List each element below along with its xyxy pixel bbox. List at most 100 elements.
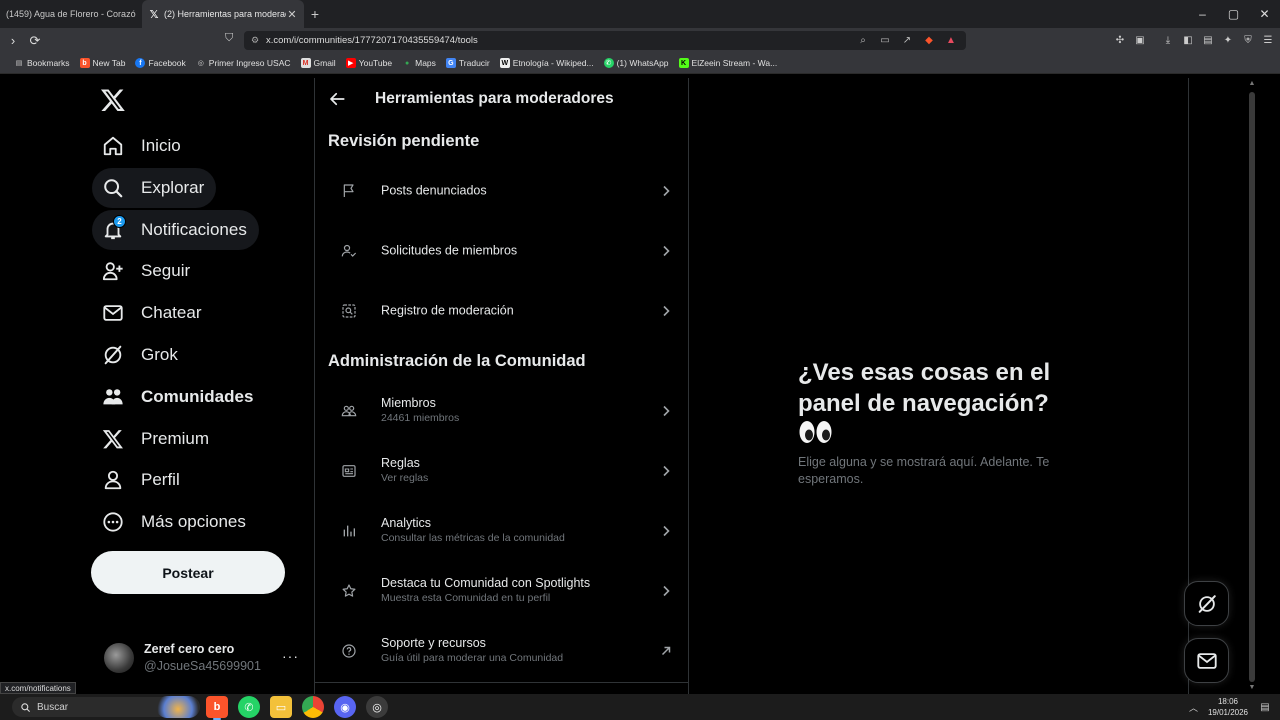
bookmark-item[interactable]: ▶ YouTube — [345, 58, 392, 68]
nav-item-perfil[interactable]: Perfil — [92, 460, 192, 500]
row-title: Posts denunciados — [381, 183, 487, 198]
scroll-up-icon[interactable]: ▲ — [1248, 80, 1256, 88]
url-bar[interactable]: ⚙ x.com/i/communities/177720717043555947… — [244, 31, 966, 50]
account-switcher[interactable]: Zeref cero cero @JosueSa45699901 ··· — [104, 636, 304, 680]
reload-icon[interactable]: ⟳ — [24, 30, 46, 52]
account-handle: @JosueSa45699901 — [144, 659, 261, 673]
tool-row-analytics[interactable]: Analytics Consultar las métricas de la c… — [315, 501, 688, 561]
bookmark-icon[interactable]: ⛉ — [225, 32, 233, 45]
x-favicon-icon: 𝕏 — [149, 8, 159, 21]
browser-tab-moderator-tools[interactable]: 𝕏 (2) Herramientas para moderado ✕ — [142, 0, 304, 28]
nav-item-mas-opciones[interactable]: Más opciones — [92, 502, 258, 542]
nav-item-notificaciones[interactable]: 2 Notificaciones — [92, 210, 259, 250]
nav-item-grok[interactable]: Grok — [92, 335, 190, 375]
share-icon[interactable]: ↗ — [900, 34, 914, 48]
account-name: Zeref cero cero — [144, 642, 235, 656]
nav-item-premium[interactable]: Premium — [92, 419, 221, 459]
chevron-right-icon — [663, 585, 670, 597]
back-arrow-icon[interactable] — [328, 90, 346, 108]
cast-icon[interactable]: ▭ — [878, 34, 892, 48]
bookmark-item[interactable]: ▤ Bookmarks — [14, 58, 70, 68]
tool-row-support-resources[interactable]: Soporte y recursos Guía útil para modera… — [315, 621, 688, 681]
tool-row-spotlights[interactable]: Destaca tu Comunidad con Spotlights Mues… — [315, 561, 688, 621]
notification-badge: 2 — [113, 215, 126, 228]
bookmark-item[interactable]: ● Maps — [402, 58, 436, 68]
bookmark-item[interactable]: b New Tab — [79, 58, 125, 68]
url-text[interactable]: x.com/i/communities/1777207170435559474/… — [266, 35, 856, 46]
page-scrollbar[interactable]: ▲ ▼ — [1247, 78, 1257, 694]
mail-icon — [103, 305, 123, 321]
site-info-icon[interactable]: ⚙ — [244, 35, 266, 46]
taskbar-search[interactable]: Buscar — [12, 696, 200, 718]
bookmark-item[interactable]: K ElZeein Stream - Wa... — [678, 58, 777, 68]
bookmark-item[interactable]: W Etnología - Wikiped... — [499, 58, 594, 68]
add-person-icon — [102, 262, 123, 281]
notification-center-icon[interactable]: ▤ — [1258, 700, 1272, 714]
chevron-right-icon — [663, 525, 670, 537]
zoom-icon[interactable]: ⌕ — [856, 34, 870, 48]
search-icon — [21, 702, 31, 712]
chrome-icon[interactable] — [302, 696, 324, 718]
nav-item-comunidades[interactable]: Comunidades — [92, 377, 265, 417]
new-tab-button[interactable]: + — [304, 0, 326, 28]
more-icon[interactable]: ··· — [282, 648, 299, 664]
whatsapp-icon[interactable]: ✆ — [238, 696, 260, 718]
avatar — [104, 643, 134, 673]
file-explorer-icon[interactable]: ▭ — [270, 696, 292, 718]
obs-icon[interactable]: ◎ — [366, 696, 388, 718]
sidebar-icon[interactable]: ◧ — [1182, 32, 1194, 48]
bookmark-item[interactable]: ✆ (1) WhatsApp — [603, 58, 669, 68]
close-window-button[interactable]: ✕ — [1249, 0, 1280, 28]
x-page: Inicio Explorar 2 Notificaciones Seguir … — [0, 78, 1257, 694]
discord-icon[interactable]: ◉ — [334, 696, 356, 718]
tab-search-icon[interactable]: ▣ — [1134, 32, 1146, 48]
menu-icon[interactable]: ☰ — [1262, 32, 1274, 48]
tool-row-member-requests[interactable]: Solicitudes de miembros — [315, 221, 688, 281]
x-logo-icon[interactable] — [100, 87, 126, 113]
x-logo-icon — [102, 430, 123, 449]
bookmark-item[interactable]: G Traducir — [445, 58, 490, 68]
tab-close-icon[interactable]: ✕ — [286, 8, 298, 21]
home-icon — [103, 136, 123, 156]
brave-icon[interactable]: b — [206, 696, 228, 720]
translate-icon: G — [445, 58, 456, 68]
nav-item-chatear[interactable]: Chatear — [92, 293, 213, 333]
wallet-icon[interactable]: ▤ — [1202, 32, 1214, 48]
detail-panel: ¿Ves esas cosas en el panel de navegació… — [689, 78, 1189, 694]
leo-ai-icon[interactable]: ✦ — [1222, 32, 1234, 48]
clock[interactable]: 18:06 19/01/2026 — [1208, 696, 1248, 718]
bookmark-item[interactable]: f Facebook — [135, 58, 186, 68]
scrollbar-thumb[interactable] — [1249, 92, 1255, 682]
weather-widget-icon[interactable] — [156, 696, 200, 718]
minimize-button[interactable]: – — [1187, 0, 1218, 28]
bookmark-item[interactable]: ◎ Primer Ingreso USAC — [196, 58, 291, 68]
nav-item-seguir[interactable]: Seguir — [92, 251, 202, 291]
grok-floating-button[interactable] — [1184, 581, 1229, 626]
row-title: Reglas — [381, 456, 420, 470]
extensions-icon[interactable]: ✣ — [1114, 32, 1126, 48]
tool-row-reported-posts[interactable]: Posts denunciados — [315, 161, 688, 221]
section-title-community-admin: Administración de la Comunidad — [328, 352, 586, 370]
tool-row-moderation-log[interactable]: Registro de moderación — [315, 281, 688, 341]
scroll-down-icon[interactable]: ▼ — [1248, 684, 1256, 692]
forward-icon[interactable]: › — [2, 30, 24, 52]
vpn-icon[interactable]: ⛨ — [1242, 32, 1254, 48]
post-button[interactable]: Postear — [91, 551, 285, 594]
chevron-right-icon — [663, 465, 670, 477]
maximize-button[interactable]: ▢ — [1218, 0, 1249, 28]
brave-shields-icon[interactable]: ◆ — [922, 34, 936, 48]
clock-time: 18:06 — [1217, 697, 1238, 706]
brave-rewards-icon[interactable]: ▲ — [944, 34, 958, 48]
nav-item-inicio[interactable]: Inicio — [92, 126, 193, 166]
bookmark-item[interactable]: M Gmail — [300, 58, 336, 68]
chevron-up-icon[interactable]: ︿ — [1189, 701, 1198, 714]
empty-state-subtitle: Elige alguna y se mostrará aquí. Adelant… — [798, 455, 1050, 486]
tab-title: (2) Herramientas para moderado — [164, 9, 286, 19]
messages-floating-button[interactable] — [1184, 638, 1229, 683]
toolbar-extensions: ✣ ▣ ⤓ ◧ ▤ ✦ ⛨ ☰ — [1114, 32, 1274, 48]
tool-row-rules[interactable]: Reglas Ver reglas — [315, 441, 688, 501]
nav-item-explorar[interactable]: Explorar — [92, 168, 217, 208]
browser-tab-music[interactable]: (1459) Agua de Florero - Corazón Pa — [0, 0, 142, 28]
download-icon[interactable]: ⤓ — [1162, 32, 1174, 48]
tool-row-members[interactable]: Miembros 24461 miembros — [315, 381, 688, 441]
